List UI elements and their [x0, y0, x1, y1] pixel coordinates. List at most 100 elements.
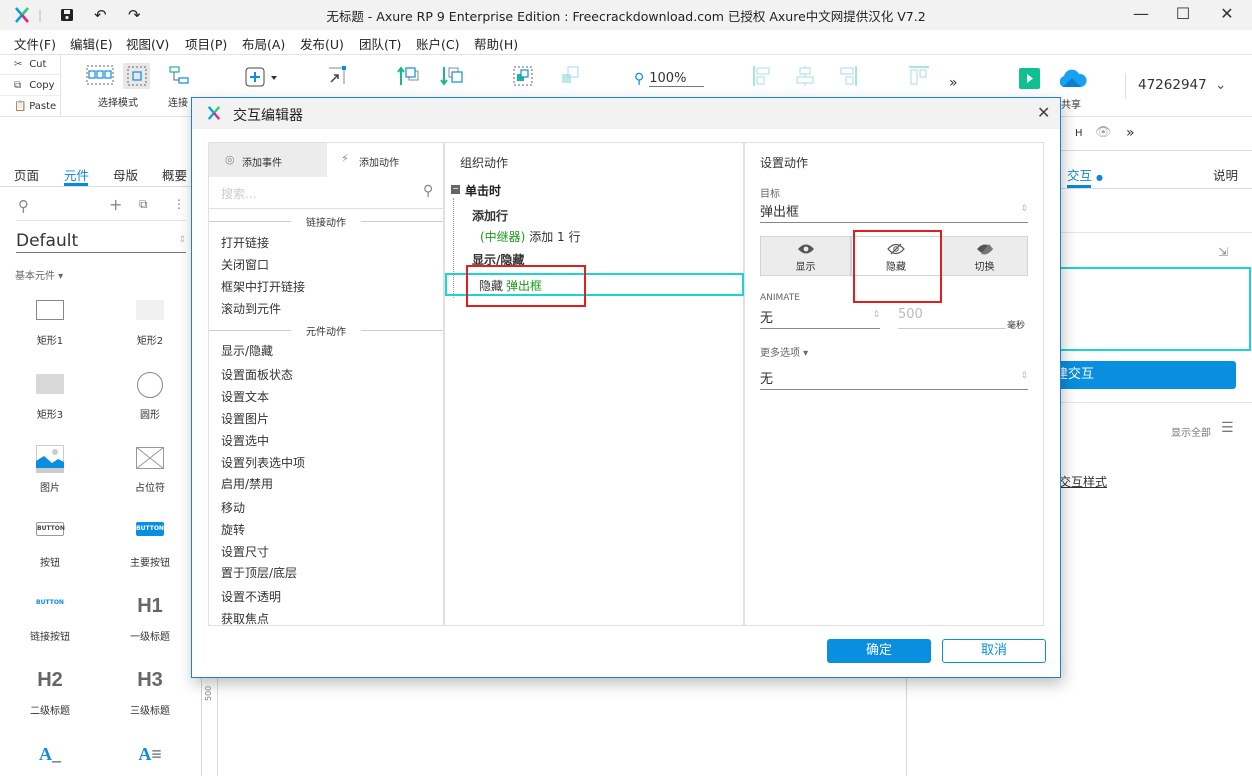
paste-button[interactable]: 📋 Paste	[0, 97, 61, 117]
send-backward-button[interactable]	[440, 65, 464, 90]
library-select[interactable]: Default ⇕	[16, 231, 186, 253]
action-item[interactable]: 关闭窗口	[221, 256, 269, 273]
more-options-select[interactable]: 无 ⇕	[760, 368, 1028, 390]
widget-h1[interactable]: H1 一级标题	[110, 594, 190, 643]
menu-project[interactable]: 项目(P)	[185, 34, 227, 53]
show-all-button[interactable]: 显示全部	[1171, 424, 1211, 439]
tab-outline[interactable]: 概要	[162, 165, 187, 184]
show-option-button[interactable]: 显示	[760, 236, 851, 276]
toolbar-more-button[interactable]: »	[949, 75, 958, 91]
select-contain-button[interactable]	[123, 63, 150, 89]
menu-account[interactable]: 账户(C)	[416, 34, 459, 53]
tab-notes[interactable]: 说明	[1213, 165, 1238, 184]
action-item[interactable]: 设置不透明	[221, 588, 281, 605]
action-item[interactable]: 设置尺寸	[221, 543, 269, 560]
tab-pages[interactable]: 页面	[14, 165, 39, 184]
widget-rectangle3[interactable]: 矩形3	[10, 372, 90, 421]
interaction-style-link[interactable]: 交互样式	[1059, 473, 1107, 490]
toggle-option-button[interactable]: 切换	[941, 236, 1028, 276]
align-left-button[interactable]	[752, 65, 774, 90]
align-center-button[interactable]	[794, 65, 816, 90]
add-library-icon[interactable]: +	[109, 195, 122, 214]
widget-link-button[interactable]: BUTTON 链接按钮	[10, 594, 90, 643]
preview-button[interactable]	[1019, 68, 1040, 92]
share-button[interactable]	[1056, 67, 1088, 92]
open-editor-icon[interactable]: ⇲	[1218, 245, 1228, 259]
cancel-button[interactable]: 取消	[942, 639, 1046, 663]
action-item[interactable]: 显示/隐藏	[221, 342, 273, 359]
action-item[interactable]: 设置图片	[221, 410, 269, 427]
action-item[interactable]: 移动	[221, 499, 245, 516]
zoom-control[interactable]: ⚲ 100%	[634, 71, 705, 87]
search-icon[interactable]: ⚲	[18, 197, 29, 215]
action-add-row-detail[interactable]: (中继器) 添加 1 行	[480, 228, 580, 245]
more-vertical-icon[interactable]: ⋮	[173, 197, 185, 211]
widget-category[interactable]: 基本元件 ▾	[15, 267, 63, 282]
menu-help[interactable]: 帮助(H)	[474, 34, 518, 53]
action-item[interactable]: 打开链接	[221, 234, 269, 251]
tab-widgets[interactable]: 元件	[64, 165, 89, 184]
action-item[interactable]: 设置选中	[221, 432, 269, 449]
action-search-input[interactable]: 搜索...	[221, 185, 256, 202]
action-item[interactable]: 设置文本	[221, 388, 269, 405]
menu-file[interactable]: 文件(F)	[14, 34, 56, 53]
action-search-box[interactable]: 搜索... ⚲	[209, 177, 443, 209]
ok-button[interactable]: 确定	[827, 639, 931, 663]
ungroup-button[interactable]	[560, 65, 582, 90]
widget-image[interactable]: 图片	[10, 445, 90, 494]
action-item[interactable]: 旋转	[221, 521, 245, 538]
animate-select[interactable]: 无 ⇕	[760, 307, 880, 329]
tab-masters[interactable]: 母版	[113, 165, 138, 184]
collapse-icon[interactable]: −	[451, 185, 460, 194]
widget-rectangle2[interactable]: 矩形2	[110, 298, 190, 347]
dialog-close-button[interactable]: ✕	[1037, 103, 1050, 122]
widget-circle[interactable]: 圆形	[110, 372, 190, 421]
align-top-button[interactable]	[908, 65, 930, 90]
zoom-value[interactable]: 100%	[649, 71, 705, 87]
bring-forward-button[interactable]	[397, 65, 421, 90]
action-item[interactable]: 框架中打开链接	[221, 278, 305, 295]
widget-paragraph[interactable]: A≡	[110, 742, 190, 766]
tab-add-action[interactable]: ⚡ 添加动作	[327, 143, 443, 177]
duration-input[interactable]: 500	[898, 307, 1006, 329]
menu-team[interactable]: 团队(T)	[359, 34, 401, 53]
align-right-button[interactable]	[836, 65, 858, 90]
widget-h3[interactable]: H3 三级标题	[110, 668, 190, 717]
format-more-button[interactable]: »	[1126, 125, 1135, 141]
target-select[interactable]: 弹出框 ⇕	[760, 201, 1028, 223]
menu-publish[interactable]: 发布(U)	[300, 34, 344, 53]
tab-add-event[interactable]: ◎ 添加事件	[209, 143, 327, 177]
tab-interactions[interactable]: 交互 ●	[1067, 165, 1103, 184]
insert-button[interactable]	[245, 67, 281, 90]
widget-text-label[interactable]: A_	[10, 742, 90, 766]
menu-lines-icon[interactable]: ☰	[1221, 420, 1234, 436]
action-item[interactable]: 置于顶层/底层	[221, 564, 297, 581]
action-item[interactable]: 启用/禁用	[221, 475, 273, 492]
widget-primary-button[interactable]: BUTTON 主要按钮	[110, 520, 190, 569]
widget-placeholder[interactable]: 占位符	[110, 445, 190, 494]
group-button[interactable]	[512, 65, 534, 90]
action-item[interactable]: 设置面板状态	[221, 366, 293, 383]
menu-view[interactable]: 视图(V)	[126, 34, 169, 53]
library-window-icon[interactable]: ⧉	[139, 197, 148, 212]
account-menu[interactable]: 47262947 ⌄	[1138, 77, 1226, 93]
menu-layout[interactable]: 布局(A)	[242, 34, 285, 53]
more-options-toggle[interactable]: 更多选项 ▾	[760, 344, 808, 359]
point-tool-button[interactable]	[326, 65, 348, 90]
widget-button[interactable]: BUTTON 按钮	[10, 520, 90, 569]
event-on-click[interactable]: 单击时	[465, 182, 501, 199]
copy-button[interactable]: ⧉ Copy	[0, 76, 61, 96]
connect-button[interactable]	[168, 65, 190, 90]
action-item[interactable]: 获取焦点	[221, 610, 269, 627]
maximize-button[interactable]: ☐	[1168, 4, 1198, 26]
minimize-button[interactable]: —	[1126, 4, 1156, 26]
widget-h2[interactable]: H2 二级标题	[10, 668, 90, 717]
cut-button[interactable]: ✂ Cut	[0, 55, 61, 75]
action-item[interactable]: 设置列表选中项	[221, 454, 305, 471]
menu-edit[interactable]: 编辑(E)	[70, 34, 113, 53]
widget-rectangle1[interactable]: 矩形1	[10, 298, 90, 347]
visibility-eye-icon[interactable]: 👁	[1095, 125, 1112, 140]
close-window-button[interactable]: ✕	[1212, 4, 1242, 26]
action-item[interactable]: 滚动到元件	[221, 300, 281, 317]
select-intersect-button[interactable]	[86, 65, 114, 88]
